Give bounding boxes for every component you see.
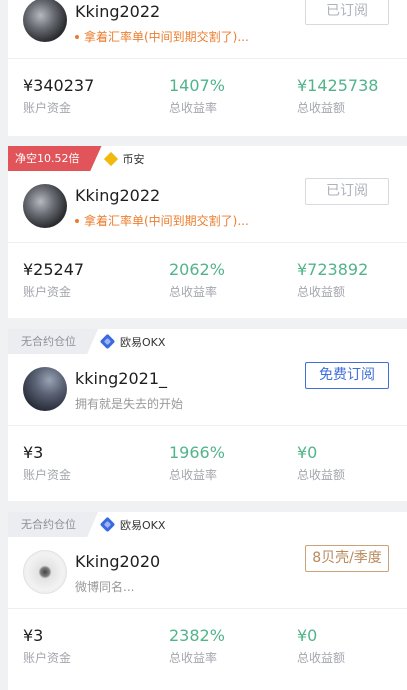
account-fund: ¥3 账户资金 [23, 626, 71, 666]
subscribed-button[interactable]: 已订阅 [305, 178, 389, 205]
exchange-label: 欧易OKX [99, 516, 166, 533]
trader-name[interactable]: Kking2022 [75, 2, 160, 21]
position-tag: 净空10.52倍 [8, 146, 102, 171]
exchange-name: 欧易OKX [120, 335, 166, 349]
okx-icon [99, 333, 116, 350]
total-yield-rate-value: 2062% [169, 260, 225, 279]
total-yield-amount: ¥0 总收益额 [297, 443, 345, 483]
total-yield-rate-label: 总收益率 [169, 101, 218, 115]
total-yield-rate: 2062% 总收益率 [169, 260, 225, 300]
paid-subscribe-button[interactable]: 8贝壳/季度 [305, 545, 389, 572]
account-fund-value: ¥340237 [23, 76, 95, 95]
trader-stats: ¥3 账户资金 1966% 总收益率 ¥0 总收益额 [8, 443, 407, 491]
trader-profile: Kking2020 微博同名... 8贝壳/季度 [8, 545, 407, 610]
account-fund: ¥25247 账户资金 [23, 260, 84, 300]
binance-icon [103, 151, 118, 166]
trader-description: 拿着汇率单(中间到期交割了)... [75, 212, 249, 229]
trader-name[interactable]: kking2021_ [75, 369, 167, 388]
okx-icon [99, 516, 116, 533]
trader-stats: ¥340237 账户资金 1407% 总收益率 ¥1425738 总收益额 [8, 76, 407, 124]
total-yield-rate: 1966% 总收益率 [169, 443, 225, 483]
bullet-dot-icon [75, 34, 79, 39]
trader-description: 拿着汇率单(中间到期交割了)... [75, 28, 249, 45]
position-tag: 无合约仓位 [8, 329, 98, 354]
description-text: 拿着汇率单(中间到期交割了)... [84, 30, 249, 44]
position-tag-bar: 无合约仓位 欧易OKX [8, 329, 407, 354]
trader-list: Kking2022 拿着汇率单(中间到期交割了)... 已订阅 ¥340237 账… [0, 0, 407, 690]
account-fund-value: ¥25247 [23, 260, 85, 279]
description-text: 拿着汇率单(中间到期交割了)... [84, 214, 249, 228]
position-tag-bar: 无合约仓位 欧易OKX [8, 512, 407, 537]
total-yield-amount-value: ¥723892 [297, 260, 369, 279]
divider [8, 608, 407, 609]
trader-profile: Kking2022 拿着汇率单(中间到期交割了)... 已订阅 [8, 0, 407, 60]
total-yield-amount: ¥1425738 总收益额 [297, 76, 378, 116]
account-fund-value: ¥3 [23, 443, 44, 462]
account-fund: ¥340237 账户资金 [23, 76, 94, 116]
total-yield-rate-value: 2382% [169, 626, 225, 645]
total-yield-amount-value: ¥1425738 [297, 76, 379, 95]
account-fund-label: 账户资金 [23, 285, 72, 299]
total-yield-rate-value: 1407% [169, 76, 225, 95]
divider [8, 425, 407, 426]
account-fund-label: 账户资金 [23, 651, 72, 665]
avatar[interactable] [23, 184, 67, 228]
exchange-name: 币安 [122, 152, 145, 166]
exchange-name: 欧易OKX [120, 518, 166, 532]
trader-profile: kking2021_ 拥有就是失去的开始 免费订阅 [8, 362, 407, 427]
avatar[interactable] [23, 0, 67, 42]
avatar[interactable] [23, 367, 67, 411]
total-yield-amount-label: 总收益额 [297, 101, 346, 115]
trader-card[interactable]: 无合约仓位 欧易OKX kking2021_ 拥有就是失去的开始 免费订阅 ¥3… [8, 329, 407, 501]
trader-stats: ¥25247 账户资金 2062% 总收益率 ¥723892 总收益额 [8, 260, 407, 308]
free-subscribe-button[interactable]: 免费订阅 [305, 362, 389, 389]
divider [8, 58, 407, 59]
total-yield-amount-label: 总收益额 [297, 285, 346, 299]
trader-card[interactable]: 净空10.52倍 币安 Kking2022 拿着汇率单(中间到期交割了)... … [8, 146, 407, 318]
position-tag-bar: 净空10.52倍 币安 [8, 146, 407, 171]
total-yield-rate-label: 总收益率 [169, 651, 218, 665]
trader-stats: ¥3 账户资金 2382% 总收益率 ¥0 总收益额 [8, 626, 407, 674]
position-tag: 无合约仓位 [8, 512, 98, 537]
total-yield-amount-value: ¥0 [297, 443, 318, 462]
trader-name[interactable]: Kking2022 [75, 186, 160, 205]
trader-description: 微博同名... [75, 580, 135, 594]
trader-name[interactable]: Kking2020 [75, 552, 160, 571]
subscribed-button[interactable]: 已订阅 [305, 0, 389, 25]
trader-card[interactable]: Kking2022 拿着汇率单(中间到期交割了)... 已订阅 ¥340237 账… [8, 0, 407, 136]
total-yield-amount-value: ¥0 [297, 626, 318, 645]
total-yield-rate: 1407% 总收益率 [169, 76, 225, 116]
account-fund: ¥3 账户资金 [23, 443, 71, 483]
divider [8, 242, 407, 243]
account-fund-value: ¥3 [23, 626, 44, 645]
trader-profile: Kking2022 拿着汇率单(中间到期交割了)... 已订阅 [8, 178, 407, 244]
trader-description: 拥有就是失去的开始 [75, 397, 184, 411]
total-yield-rate-value: 1966% [169, 443, 225, 462]
total-yield-rate-label: 总收益率 [169, 468, 218, 482]
total-yield-rate: 2382% 总收益率 [169, 626, 225, 666]
total-yield-rate-label: 总收益率 [169, 285, 218, 299]
account-fund-label: 账户资金 [23, 101, 72, 115]
account-fund-label: 账户资金 [23, 468, 72, 482]
total-yield-amount: ¥0 总收益额 [297, 626, 345, 666]
bullet-dot-icon [75, 218, 79, 223]
exchange-label: 欧易OKX [99, 333, 166, 350]
exchange-label: 币安 [103, 151, 145, 167]
total-yield-amount-label: 总收益额 [297, 651, 346, 665]
total-yield-amount: ¥723892 总收益额 [297, 260, 368, 300]
total-yield-amount-label: 总收益额 [297, 468, 346, 482]
avatar[interactable] [23, 550, 67, 594]
trader-card[interactable]: 无合约仓位 欧易OKX Kking2020 微博同名... 8贝壳/季度 ¥3 账… [8, 512, 407, 690]
